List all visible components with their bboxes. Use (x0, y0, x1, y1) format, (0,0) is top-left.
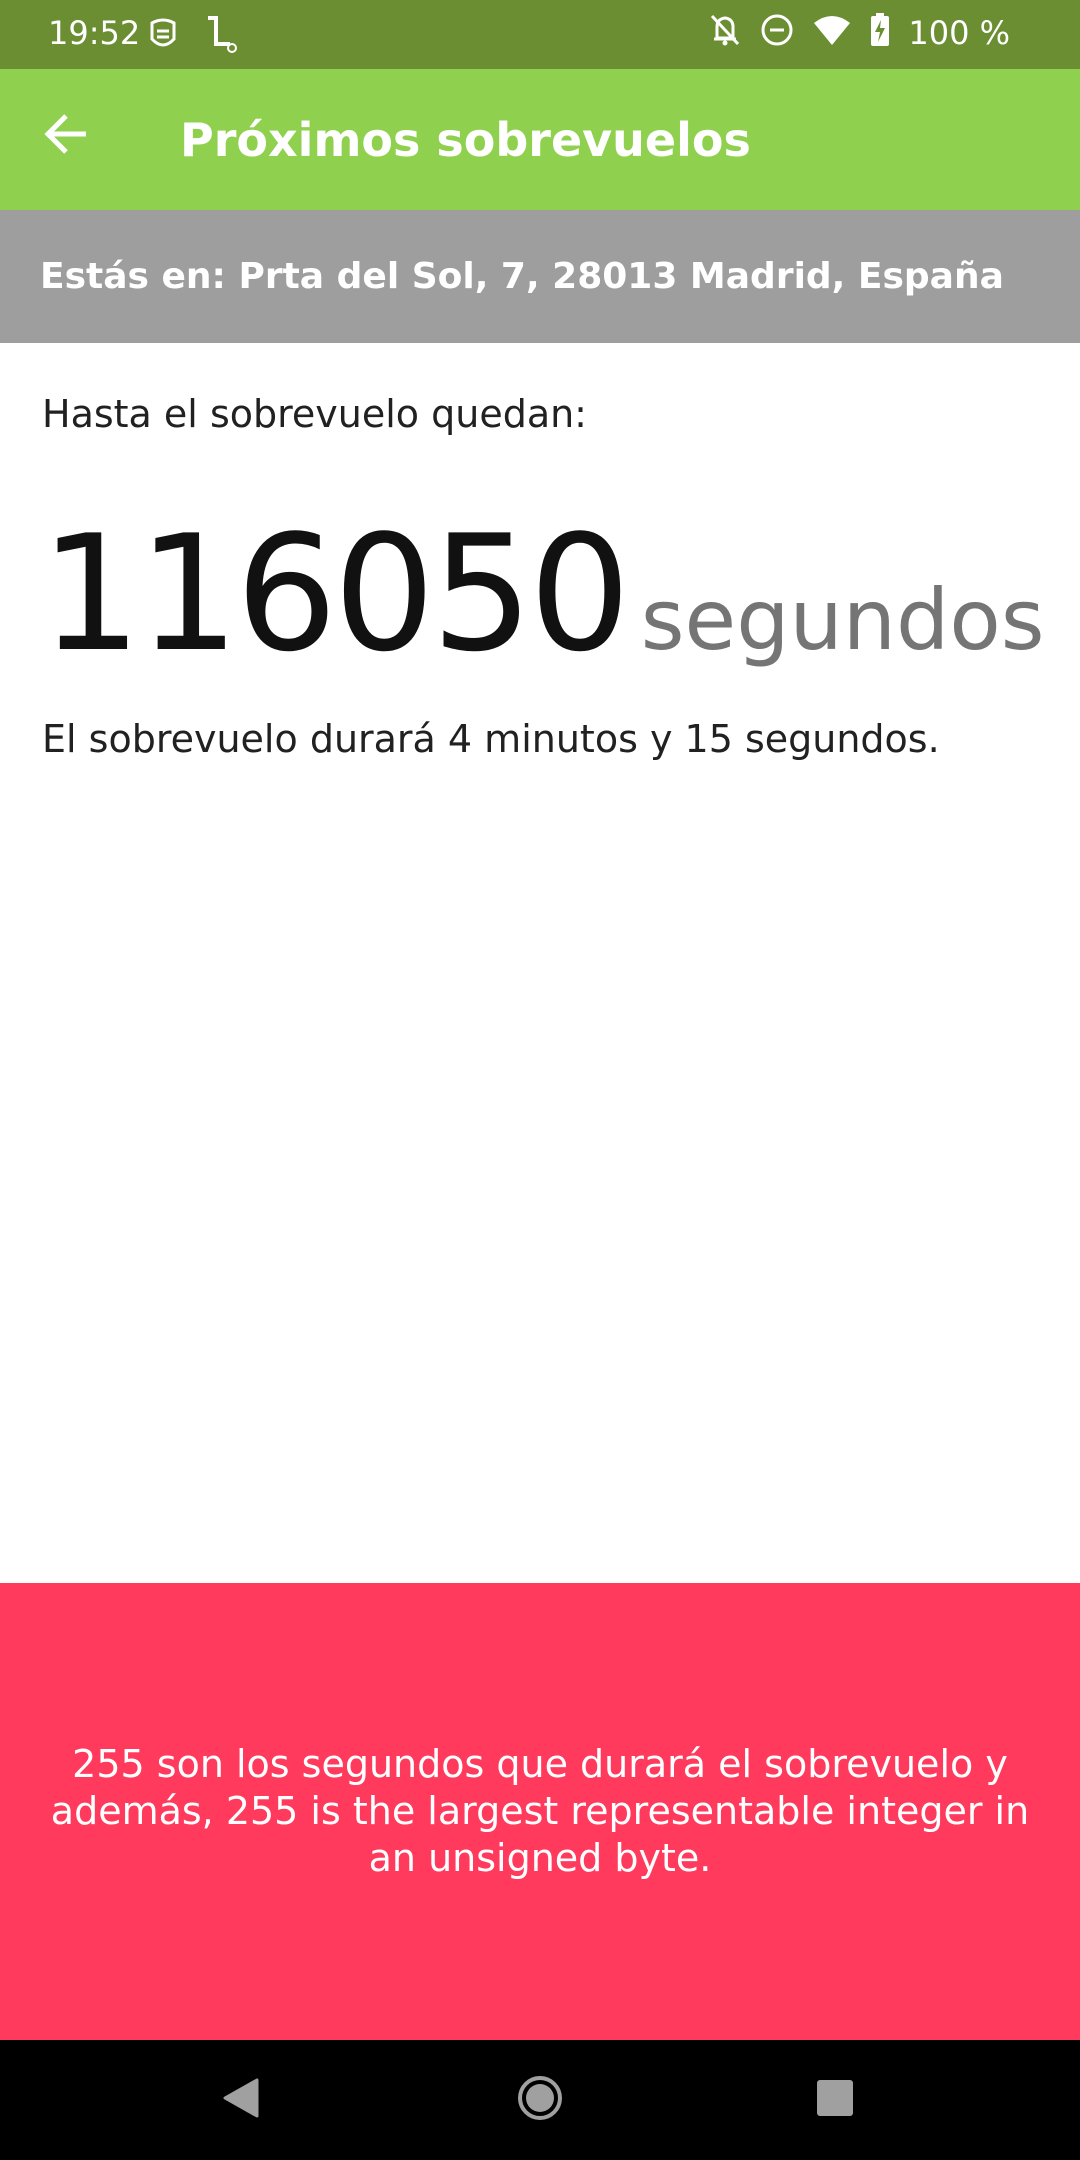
countdown: 116050 segundos (40, 500, 1045, 687)
app-bar: Próximos sobrevuelos (0, 69, 1080, 210)
screen: 19:52 100 % Próximos sobrevuelos Estás e… (0, 0, 1080, 2160)
page-title: Próximos sobrevuelos (180, 113, 751, 167)
nav-home-button[interactable] (510, 2070, 570, 2130)
info-banner: 255 son los segundos que durará el sobre… (0, 1583, 1080, 2040)
status-time: 19:52 (48, 14, 141, 52)
current-location-text: Estás en: Prta del Sol, 7, 28013 Madrid,… (40, 256, 1004, 297)
recents-square-icon (815, 2078, 855, 2123)
guardian-icon (148, 17, 178, 56)
location-bar: Estás en: Prta del Sol, 7, 28013 Madrid,… (0, 210, 1080, 343)
wifi-icon (812, 14, 852, 51)
status-bar: 19:52 100 % (0, 0, 1080, 69)
home-circle-icon (516, 2074, 564, 2127)
notifications-off-icon (708, 12, 742, 53)
back-triangle-icon (221, 2076, 261, 2125)
arrow-back-icon (40, 114, 96, 166)
countdown-value: 116050 (40, 500, 631, 687)
back-button[interactable] (40, 106, 96, 162)
nav-recents-button[interactable] (805, 2070, 865, 2130)
banner-text: 255 son los segundos que durará el sobre… (50, 1742, 1030, 1880)
navigation-bar (0, 2040, 1080, 2160)
duration-text: El sobrevuelo durará 4 minutos y 15 segu… (42, 717, 940, 761)
lambda-app-icon (202, 14, 238, 59)
status-right-icons: 100 % (708, 12, 1010, 53)
nav-back-button[interactable] (211, 2070, 271, 2130)
do-not-disturb-icon (760, 13, 794, 52)
remaining-label: Hasta el sobrevuelo quedan: (42, 392, 587, 436)
countdown-unit: segundos (640, 571, 1045, 669)
battery-charging-icon (870, 13, 890, 52)
battery-level: 100 % (908, 13, 1010, 52)
status-left-icons (148, 14, 238, 59)
